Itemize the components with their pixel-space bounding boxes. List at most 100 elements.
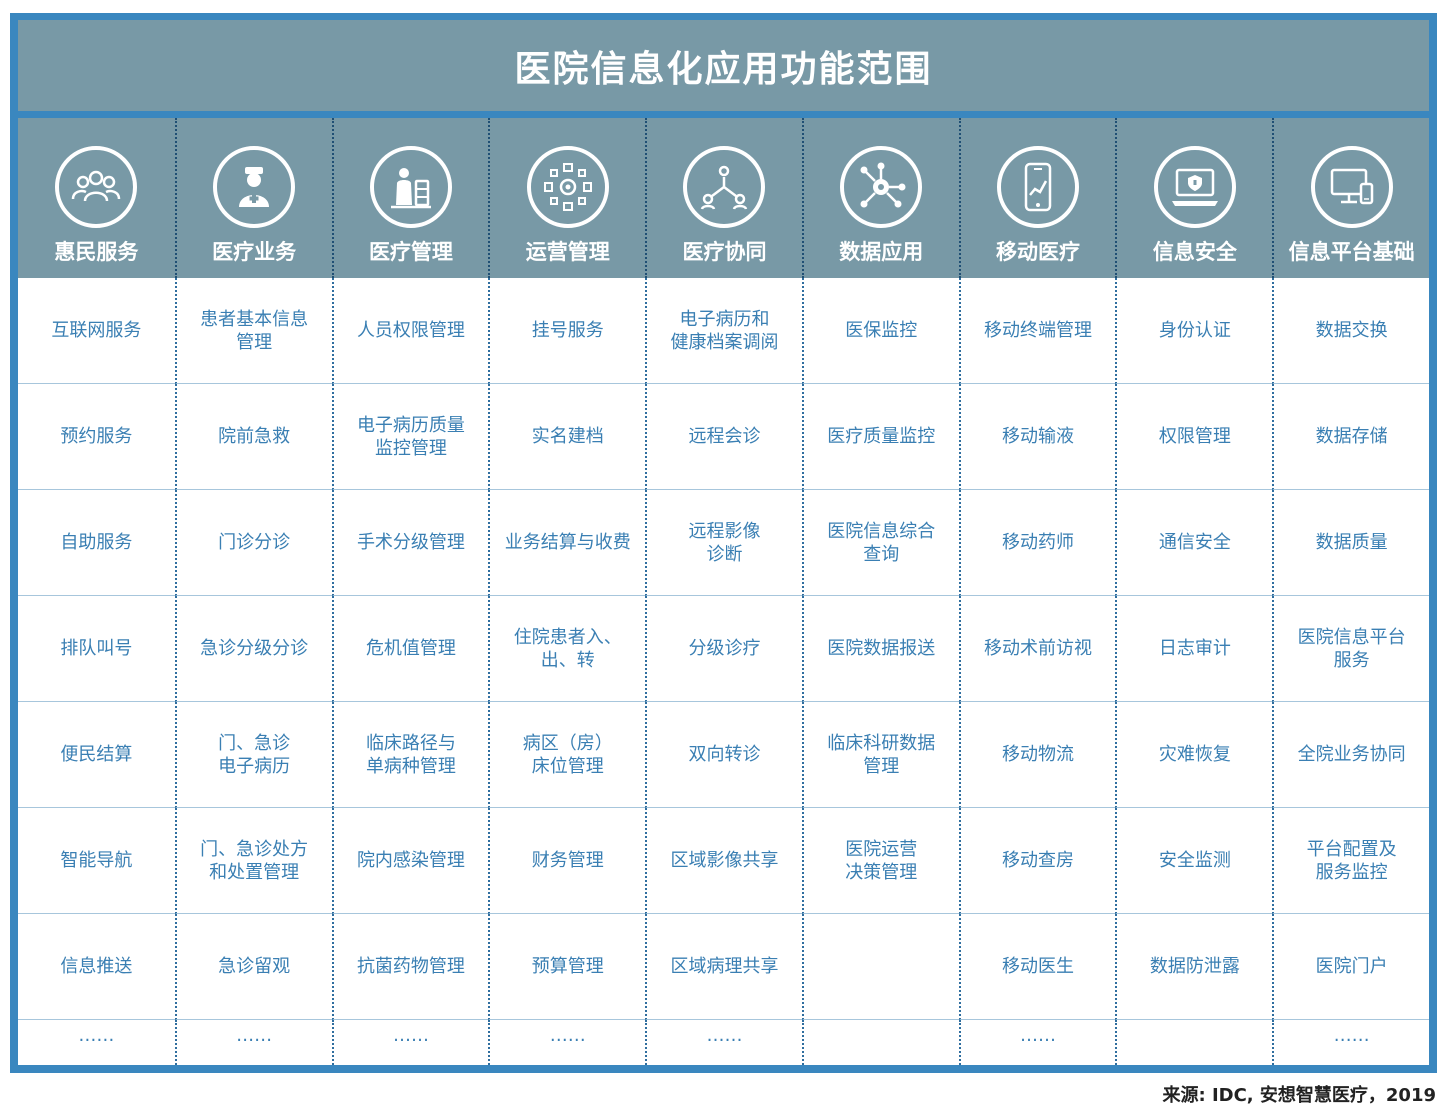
ellipsis-cell: ……	[18, 1020, 175, 1065]
function-item: 区域影像共享	[645, 808, 802, 914]
function-item-label: ……	[706, 1025, 743, 1046]
function-item-label: 平台配置及 服务监控	[1306, 838, 1397, 883]
function-item: 院内感染管理	[331, 808, 489, 914]
function-item: 医保监控	[801, 278, 959, 384]
function-item-label: 排队叫号	[60, 638, 133, 659]
ellipsis-cell: ……	[645, 1020, 802, 1065]
column-header: 移动医疗	[958, 118, 1116, 278]
function-item: 数据质量	[1272, 490, 1429, 596]
gear-network-icon	[526, 146, 609, 228]
function-item: 危机值管理	[331, 596, 489, 702]
function-item-label: 抗菌药物管理	[356, 956, 465, 977]
function-item: 医疗质量监控	[801, 384, 959, 490]
function-item: 临床科研数据 管理	[801, 702, 959, 808]
function-item-label: 移动术前访视	[984, 638, 1093, 659]
function-item: 分级诊疗	[645, 596, 802, 702]
column-header: 医疗管理	[331, 118, 489, 278]
function-item: 移动药师	[958, 490, 1116, 596]
ellipsis-cell: ……	[488, 1020, 646, 1065]
function-item-label: 医院信息平台 服务	[1297, 626, 1406, 671]
function-item-label: 移动药师	[1002, 532, 1075, 553]
function-item: 智能导航	[18, 808, 175, 914]
function-item: 门诊分诊	[174, 490, 332, 596]
function-item-label: 日志审计	[1158, 638, 1231, 659]
function-item-label: 病区（房） 床位管理	[522, 732, 613, 777]
function-item-label: 门、急诊 电子病历	[218, 732, 291, 777]
function-item: 预约服务	[18, 384, 175, 490]
function-item-label: 数据存储	[1315, 426, 1388, 447]
function-item-label: 互联网服务	[51, 320, 142, 341]
function-item: 住院患者入、 出、转	[488, 596, 646, 702]
function-item-label: 医院信息综合 查询	[827, 520, 936, 565]
function-item: 移动术前访视	[958, 596, 1116, 702]
function-item: 医院数据报送	[801, 596, 959, 702]
function-item-label: 全院业务协同	[1297, 744, 1406, 765]
column-header: 惠民服务	[18, 118, 175, 278]
function-item: 业务结算与收费	[488, 490, 646, 596]
devices-icon	[1310, 146, 1393, 228]
column-header: 医疗业务	[174, 118, 332, 278]
table-frame: 医院信息化应用功能范围 惠民服务 医疗业务 医疗管理 运营管理 医疗协同 数据应用 移动医疗…	[10, 13, 1437, 1073]
function-item-label: 移动查房	[1002, 850, 1075, 871]
function-item-label: 数据质量	[1315, 532, 1388, 553]
column-header-label: 信息安全	[1152, 240, 1237, 264]
function-item-label: 远程影像 诊断	[688, 520, 761, 565]
function-item-label: ……	[392, 1025, 429, 1046]
data-hub-icon	[840, 146, 923, 228]
function-item: 实名建档	[488, 384, 646, 490]
function-item-label: 院前急救	[218, 426, 291, 447]
ellipsis-cell: ……	[331, 1020, 489, 1065]
page-title: 医院信息化应用功能范围	[514, 48, 933, 90]
column-header-label: 医疗协同	[682, 240, 767, 264]
ellipsis-cell	[1115, 1020, 1273, 1065]
function-item-label: 通信安全	[1158, 532, 1231, 553]
function-item: 双向转诊	[645, 702, 802, 808]
function-item	[801, 914, 959, 1020]
column-header-label: 运营管理	[525, 240, 610, 264]
function-item: 数据交换	[1272, 278, 1429, 384]
function-item-label: ……	[78, 1025, 115, 1046]
doctor-icon	[213, 146, 296, 228]
function-item-label: 自助服务	[60, 532, 133, 553]
function-item-label: ……	[1333, 1025, 1370, 1046]
function-item-label: 数据防泄露	[1149, 956, 1240, 977]
medical-staff-icon	[369, 146, 452, 228]
function-item: 急诊分级分诊	[174, 596, 332, 702]
function-item-label: 数据交换	[1315, 320, 1388, 341]
function-item: 日志审计	[1115, 596, 1273, 702]
function-item: 远程影像 诊断	[645, 490, 802, 596]
function-item-label: 便民结算	[60, 744, 133, 765]
function-item: 人员权限管理	[331, 278, 489, 384]
function-item: 全院业务协同	[1272, 702, 1429, 808]
column-header-label: 惠民服务	[54, 240, 139, 264]
function-item-label: 财务管理	[531, 850, 604, 871]
collaboration-icon	[683, 146, 766, 228]
function-item: 灾难恢复	[1115, 702, 1273, 808]
function-item-label: 远程会诊	[688, 426, 761, 447]
function-item: 手术分级管理	[331, 490, 489, 596]
function-item: 移动输液	[958, 384, 1116, 490]
function-item: 互联网服务	[18, 278, 175, 384]
function-item-label: 门诊分诊	[218, 532, 291, 553]
function-item: 区域病理共享	[645, 914, 802, 1020]
function-item-label: 电子病历和 健康档案调阅	[670, 308, 779, 353]
function-item-label: 临床路径与 单病种管理	[365, 732, 456, 777]
function-item-label: 区域病理共享	[670, 956, 779, 977]
function-item: 安全监测	[1115, 808, 1273, 914]
column-header: 信息安全	[1115, 118, 1273, 278]
function-item: 数据存储	[1272, 384, 1429, 490]
function-item: 抗菌药物管理	[331, 914, 489, 1020]
function-item-label: 信息推送	[60, 956, 133, 977]
function-item-label: 临床科研数据 管理	[827, 732, 936, 777]
column-header-label: 数据应用	[839, 240, 924, 264]
function-item-label: 医院门户	[1315, 956, 1388, 977]
function-item: 挂号服务	[488, 278, 646, 384]
column-header-label: 移动医疗	[996, 240, 1081, 264]
function-item-label: 急诊分级分诊	[200, 638, 309, 659]
function-item-label: 身份认证	[1158, 320, 1231, 341]
function-item: 移动查房	[958, 808, 1116, 914]
function-item: 远程会诊	[645, 384, 802, 490]
function-item: 预算管理	[488, 914, 646, 1020]
function-item-label: 安全监测	[1158, 850, 1231, 871]
column-header-label: 信息平台基础	[1288, 240, 1415, 264]
